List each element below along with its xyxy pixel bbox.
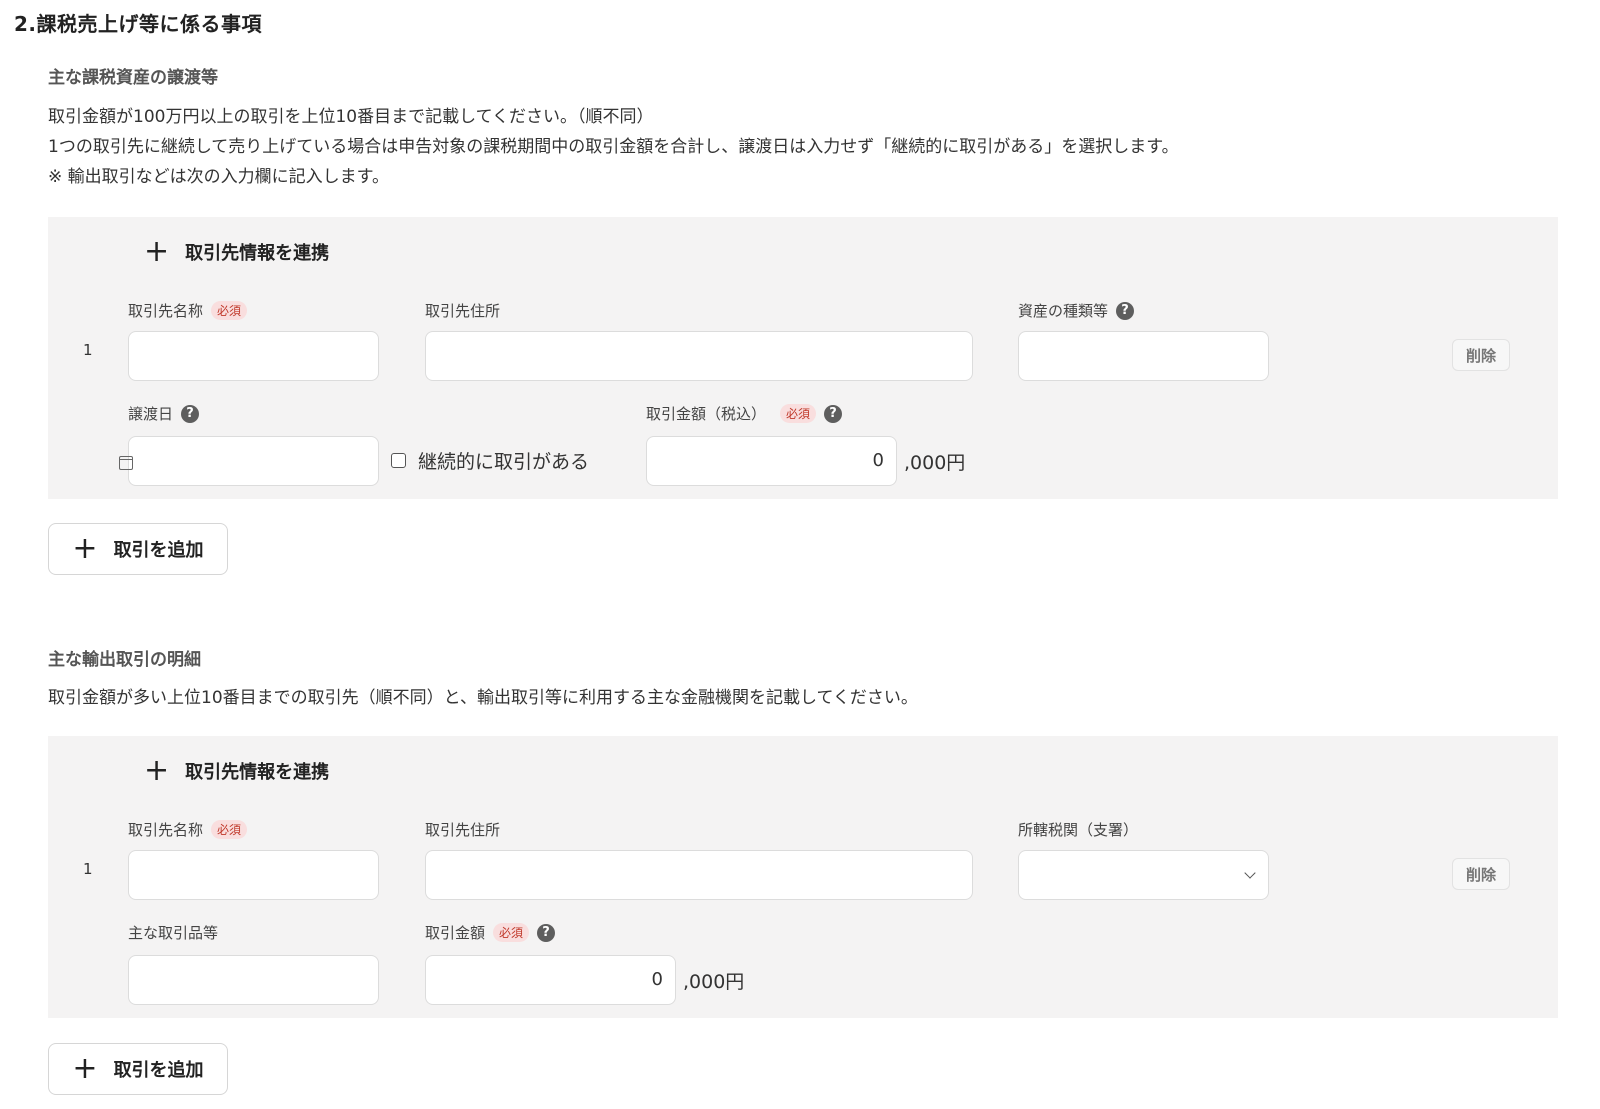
sec2-link-partner-label: 取引先情報を連携 — [185, 762, 330, 783]
help-icon[interactable]: ? — [1116, 301, 1135, 320]
sec2-goods-label: 主な取引品等 — [128, 924, 219, 942]
sec2-row-number: 1 — [83, 860, 93, 878]
name-label-text: 取引先名称 — [128, 821, 204, 839]
plus-icon: + — [144, 234, 170, 269]
sec1-add-transaction-label: 取引を追加 — [113, 540, 204, 561]
sec2-amount-unit: ,000円 — [683, 971, 745, 993]
required-badge: 必須 — [211, 301, 248, 320]
sec2-name-label: 取引先名称 必須 — [128, 819, 248, 840]
sec2-link-partner-button[interactable]: + 取引先情報を連携 — [144, 756, 329, 786]
chevron-down-icon — [1244, 867, 1256, 879]
date-label-text: 譲渡日 — [128, 405, 174, 423]
amount-label-text: 取引金額 — [425, 924, 486, 942]
sec2-address-label: 取引先住所 — [425, 821, 501, 839]
help-icon[interactable]: ? — [537, 923, 556, 942]
sec1-amount-unit: ,000円 — [904, 452, 966, 474]
sec1-continuous-checkbox-group[interactable]: 継続的に取引がある — [391, 447, 589, 474]
sec1-name-label: 取引先名称 必須 — [128, 300, 248, 321]
sec1-desc-line: 取引金額が100万円以上の取引を上位10番目まで記載してください。（順不同） — [48, 107, 654, 127]
sec1-desc-line: ※ 輸出取引などは次の入力欄に記入します。 — [48, 167, 389, 187]
required-badge: 必須 — [780, 404, 817, 423]
help-icon[interactable]: ? — [824, 404, 843, 423]
sec1-address-label: 取引先住所 — [425, 302, 501, 320]
continuous-checkbox[interactable] — [391, 453, 406, 468]
sec1-partner-address-input[interactable] — [425, 331, 973, 381]
plus-icon: + — [144, 753, 170, 788]
sec2-add-transaction-label: 取引を追加 — [113, 1060, 204, 1081]
sec1-add-transaction-button[interactable]: + 取引を追加 — [48, 523, 228, 575]
sec1-amount-input[interactable]: 0 — [646, 436, 897, 486]
help-icon[interactable]: ? — [181, 404, 200, 423]
sec1-row-number: 1 — [83, 341, 93, 359]
sec1-panel: + 取引先情報を連携 取引先名称 必須 取引先住所 資産の種類等 ? 1 削除 … — [48, 217, 1558, 499]
section-title: 2.課税売上げ等に係る事項 — [14, 12, 263, 36]
sec2-amount-input[interactable]: 0 — [425, 955, 676, 1005]
sec1-heading: 主な課税資産の譲渡等 — [48, 68, 218, 88]
sec1-asset-label: 資産の種類等 ? — [1018, 300, 1135, 321]
name-label-text: 取引先名称 — [128, 302, 204, 320]
sec1-transfer-date-input[interactable] — [119, 436, 379, 486]
sec2-description: 取引金額が多い上位10番目までの取引先（順不同）と、輸出取引等に利用する主な金融… — [48, 688, 918, 708]
sec2-goods-input[interactable] — [128, 955, 379, 1005]
sec1-link-partner-button[interactable]: + 取引先情報を連携 — [144, 237, 329, 267]
required-badge: 必須 — [211, 820, 248, 839]
asset-label-text: 資産の種類等 — [1018, 302, 1109, 320]
required-badge: 必須 — [493, 923, 530, 942]
sec1-link-partner-label: 取引先情報を連携 — [185, 243, 330, 264]
sec1-asset-type-input[interactable] — [1018, 331, 1269, 381]
sec1-description: 取引金額が100万円以上の取引を上位10番目まで記載してください。（順不同） 1… — [48, 102, 1179, 192]
sec1-amount-label: 取引金額（税込） 必須 ? — [646, 403, 843, 424]
sec2-partner-address-input[interactable] — [425, 850, 973, 900]
plus-icon: + — [72, 531, 98, 566]
sec1-desc-line: 1つの取引先に継続して売り上げている場合は申告対象の課税期間中の取引金額を合計し… — [48, 137, 1179, 157]
sec1-partner-name-input[interactable] — [128, 331, 379, 381]
sec1-date-label: 譲渡日 ? — [128, 403, 200, 424]
sec2-office-label: 所轄税関（支署） — [1018, 821, 1139, 839]
amount-label-text: 取引金額（税込） — [646, 405, 767, 423]
continuous-label: 継続的に取引がある — [418, 451, 590, 473]
sec2-heading: 主な輸出取引の明細 — [48, 650, 201, 670]
calendar-icon[interactable] — [119, 456, 133, 470]
sec2-partner-name-input[interactable] — [128, 850, 379, 900]
plus-icon: + — [72, 1051, 98, 1086]
sec2-customs-office-select[interactable] — [1018, 850, 1269, 900]
sec2-add-transaction-button[interactable]: + 取引を追加 — [48, 1043, 228, 1095]
sec2-delete-button[interactable]: 削除 — [1452, 858, 1510, 890]
sec2-amount-label: 取引金額 必須 ? — [425, 922, 556, 943]
sec2-panel: + 取引先情報を連携 取引先名称 必須 取引先住所 所轄税関（支署） 1 削除 … — [48, 736, 1558, 1018]
sec1-delete-button[interactable]: 削除 — [1452, 339, 1510, 371]
